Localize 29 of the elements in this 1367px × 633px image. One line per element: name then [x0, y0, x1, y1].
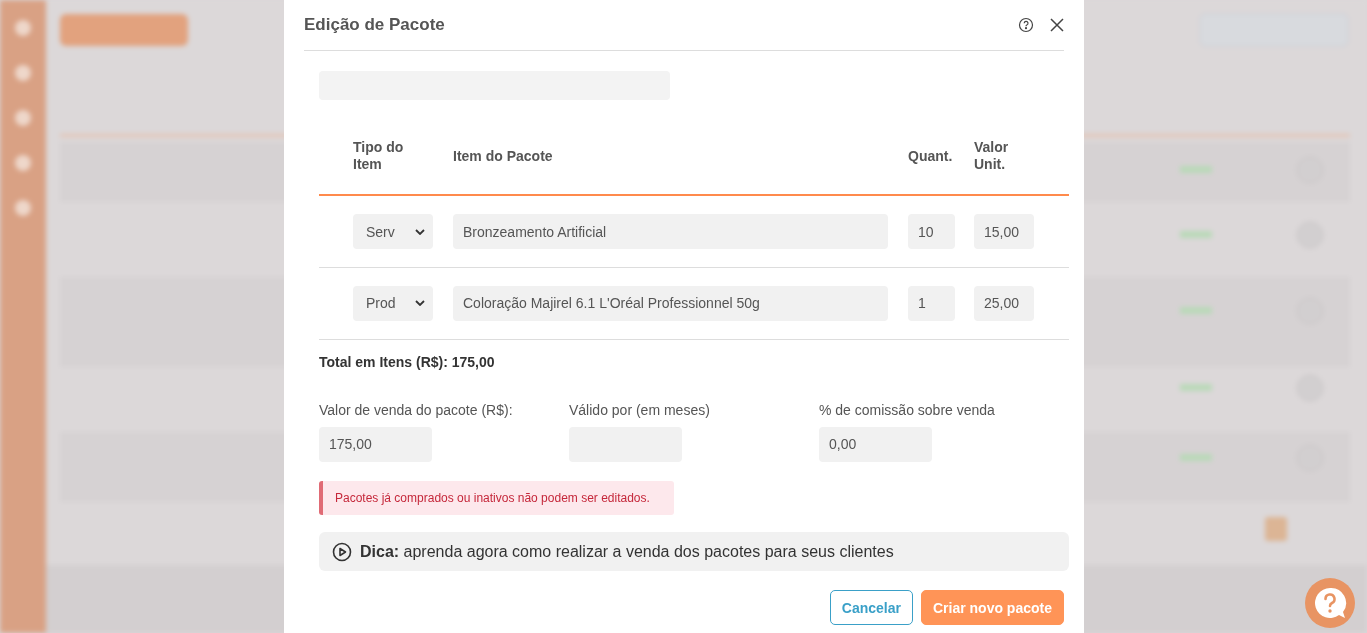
type-select[interactable]: Serv [353, 214, 433, 250]
close-button[interactable] [1050, 18, 1064, 32]
input-field[interactable]: 0,00 [819, 426, 932, 462]
close-icon [1050, 18, 1064, 32]
input-field[interactable]: 175,00 [319, 426, 432, 462]
quantity-field[interactable]: 1 [908, 285, 955, 321]
unit-value-field[interactable]: 25,00 [974, 285, 1034, 321]
help-button[interactable] [1018, 17, 1034, 33]
unit-value-field[interactable]: 15,00 [974, 214, 1034, 250]
column-header: Tipo do Item [353, 139, 405, 174]
help-icon [1018, 17, 1034, 33]
chevron-down-icon [415, 300, 425, 307]
quantity-field[interactable]: 10 [908, 214, 955, 250]
type-select[interactable]: Prod [353, 285, 433, 321]
dialog-title: Edição de Pacote [304, 15, 446, 35]
items-total: Total em Itens (R$): 175,00 [319, 353, 496, 370]
error-alert: Pacotes já comprados ou inativos não podem ser editados. [319, 480, 674, 516]
item-field[interactable]: Bronzeamento Artificial [453, 214, 888, 250]
item-field[interactable]: Coloração Majirel 6.1 L'Oréal Professionnel 50g [453, 285, 888, 321]
column-header: Valor Unit. [974, 139, 1010, 174]
play-icon [332, 541, 352, 562]
column-header: Item do Pacote [453, 147, 554, 165]
tip-text: Dica: aprenda agora como realizar a venda dos pacotes para seus clientes [360, 542, 894, 561]
question-bubble-icon [1313, 586, 1347, 620]
field-label: Valor de venda do pacote (R$): [319, 401, 514, 418]
chevron-down-icon [415, 228, 425, 235]
field-label: Válido por (em meses) [569, 401, 711, 418]
field-label: % de comissão sobre venda [819, 401, 996, 418]
column-header: Quant. [908, 147, 954, 165]
